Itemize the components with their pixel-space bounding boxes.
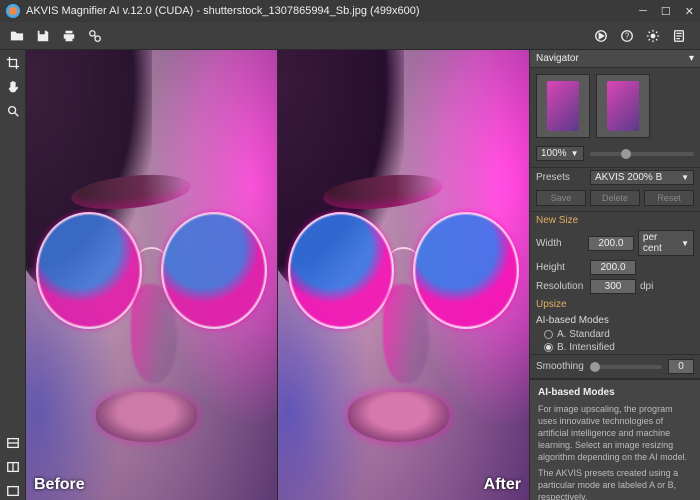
maximize-button[interactable]: ☐ (661, 5, 671, 18)
help-panel: AI-based Modes For image upscaling, the … (530, 379, 700, 500)
preset-save-button[interactable]: Save (536, 190, 586, 206)
slider-knob[interactable] (590, 362, 600, 372)
zoom-slider[interactable] (590, 152, 695, 156)
navigator-header[interactable]: Navigator ▾ (530, 50, 700, 68)
smoothing-value[interactable]: 0 (668, 359, 694, 374)
preview-image (26, 50, 277, 500)
chevron-down-icon: ▼ (681, 239, 689, 248)
minimize-button[interactable]: ─ (639, 5, 647, 18)
app-logo-icon (6, 4, 20, 18)
crop-tool-button[interactable] (4, 54, 22, 72)
before-pane[interactable]: Before (26, 50, 277, 500)
view-single-button[interactable] (4, 482, 22, 500)
titlebar: AKVIS Magnifier AI v.12.0 (CUDA) - shutt… (0, 0, 700, 22)
unit-combo[interactable]: per cent▼ (638, 230, 694, 256)
preview-image (278, 50, 529, 500)
after-pane[interactable]: After (278, 50, 529, 500)
main-area: Before After Navigator ▾ 100%▼ Presets (0, 50, 700, 500)
resolution-row: Resolution dpi (530, 277, 700, 296)
width-row: Width per cent▼ (530, 228, 700, 258)
preset-reset-button[interactable]: Reset (644, 190, 694, 206)
zoom-tool-button[interactable] (4, 102, 22, 120)
preset-buttons: Save Delete Reset (530, 187, 700, 212)
resolution-label: Resolution (536, 281, 586, 292)
radio-icon (544, 330, 553, 339)
smoothing-slider[interactable] (590, 365, 662, 369)
help-text-1: For image upscaling, the program uses in… (538, 403, 692, 464)
smoothing-label: Smoothing (536, 361, 584, 372)
upsize-header: Upsize (530, 296, 700, 312)
help-text-2: The AKVIS presets created using a partic… (538, 467, 692, 500)
batch-button[interactable] (84, 25, 106, 47)
svg-text:?: ? (625, 31, 630, 40)
resolution-input[interactable] (590, 279, 636, 294)
chevron-down-icon: ▾ (689, 53, 694, 64)
slider-knob[interactable] (621, 149, 631, 159)
info-button[interactable] (668, 25, 690, 47)
open-file-button[interactable] (6, 25, 28, 47)
mode-a-radio[interactable]: A. Standard (530, 328, 700, 341)
chevron-down-icon: ▼ (681, 173, 689, 182)
navigator-thumb-after[interactable] (596, 74, 650, 138)
right-panel: Navigator ▾ 100%▼ Presets AKVIS 200% B▼ … (530, 50, 700, 500)
left-toolbar (0, 50, 26, 500)
save-file-button[interactable] (32, 25, 54, 47)
width-label: Width (536, 238, 584, 249)
chevron-down-icon: ▼ (571, 149, 579, 158)
smoothing-row: Smoothing 0 (530, 354, 700, 379)
height-input[interactable] (590, 260, 636, 275)
before-label: Before (34, 476, 85, 494)
presets-row: Presets AKVIS 200% B▼ (530, 168, 700, 187)
view-split-h-button[interactable] (4, 434, 22, 452)
navigator-body (530, 68, 700, 144)
help-title: AI-based Modes (538, 386, 692, 400)
width-input[interactable] (588, 236, 634, 251)
print-button[interactable] (58, 25, 80, 47)
mode-b-radio[interactable]: B. Intensified (530, 341, 700, 354)
hand-tool-button[interactable] (4, 78, 22, 96)
newsize-header: New Size (530, 212, 700, 228)
zoom-combo[interactable]: 100%▼ (536, 146, 584, 161)
height-label: Height (536, 262, 586, 273)
after-label: After (484, 476, 521, 494)
presets-combo[interactable]: AKVIS 200% B▼ (590, 170, 694, 185)
canvas-area: Before After (26, 50, 530, 500)
preset-delete-button[interactable]: Delete (590, 190, 640, 206)
modes-header: AI-based Modes (530, 312, 700, 328)
zoom-row: 100%▼ (530, 144, 700, 168)
run-button[interactable] (590, 25, 612, 47)
dpi-label: dpi (640, 281, 653, 292)
toolbar: ? (0, 22, 700, 50)
view-split-v-button[interactable] (4, 458, 22, 476)
settings-button[interactable] (642, 25, 664, 47)
presets-label: Presets (536, 172, 586, 183)
window-controls: ─ ☐ ✕ (639, 5, 694, 18)
radio-icon (544, 343, 553, 352)
close-button[interactable]: ✕ (685, 5, 694, 18)
navigator-label: Navigator (536, 53, 579, 64)
window-title: AKVIS Magnifier AI v.12.0 (CUDA) - shutt… (26, 5, 639, 17)
navigator-thumb-before[interactable] (536, 74, 590, 138)
help-button[interactable]: ? (616, 25, 638, 47)
height-row: Height (530, 258, 700, 277)
